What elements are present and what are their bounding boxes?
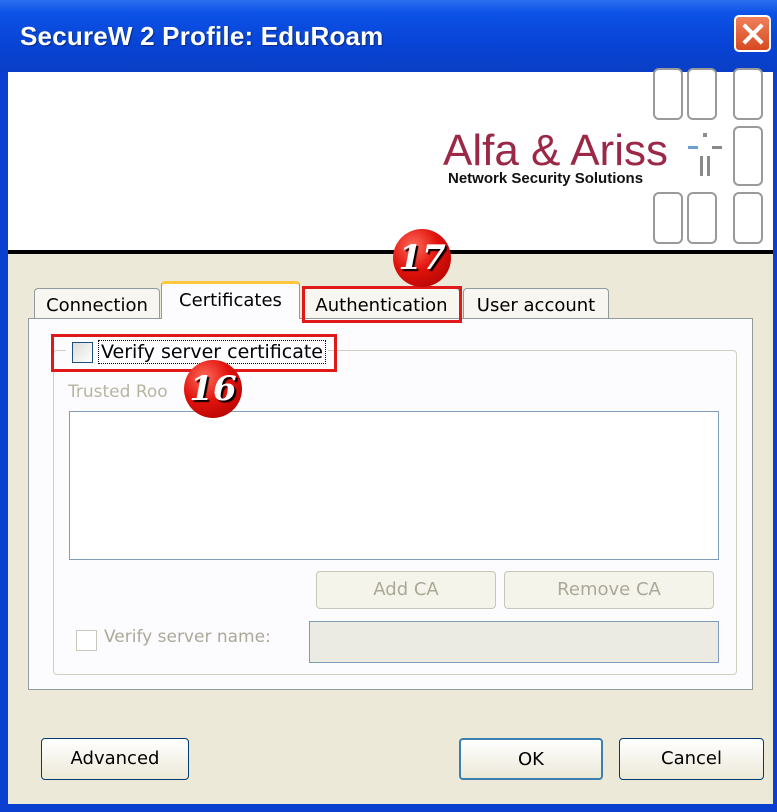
logo-frame-box bbox=[733, 192, 763, 244]
cancel-label: Cancel bbox=[661, 748, 722, 769]
logo-frame-box bbox=[687, 68, 717, 120]
add-ca-label: Add CA bbox=[373, 579, 439, 600]
company-logo-text: Alfa & Ariss bbox=[443, 126, 668, 175]
dialog-window: SecureW 2 Profile: EduRoam Alfa & Ariss … bbox=[0, 0, 777, 812]
trusted-root-ca-list[interactable] bbox=[69, 411, 719, 560]
logo-frame-box bbox=[653, 68, 683, 120]
server-name-field[interactable] bbox=[309, 621, 719, 663]
verify-server-name-checkbox[interactable] bbox=[76, 630, 97, 651]
logo-frame-box bbox=[733, 126, 763, 186]
tab-connection[interactable]: Connection bbox=[34, 288, 160, 319]
title-bar[interactable]: SecureW 2 Profile: EduRoam bbox=[0, 0, 777, 72]
advanced-label: Advanced bbox=[70, 748, 160, 769]
logo-frame-box bbox=[733, 68, 763, 120]
tab-label: Connection bbox=[46, 295, 148, 316]
ok-label: OK bbox=[518, 749, 544, 770]
tab-label: User account bbox=[476, 295, 596, 316]
annotation-badge-17: 17 bbox=[393, 229, 451, 287]
logo-frame-box bbox=[653, 192, 683, 244]
tab-user-account[interactable]: User account bbox=[463, 288, 609, 319]
tab-certificates[interactable]: Certificates bbox=[161, 281, 300, 319]
add-ca-button[interactable]: Add CA bbox=[316, 571, 496, 609]
remove-ca-label: Remove CA bbox=[557, 579, 661, 600]
ok-button[interactable]: OK bbox=[459, 738, 603, 780]
tab-label: Certificates bbox=[179, 290, 282, 311]
company-tagline: Network Security Solutions bbox=[448, 170, 644, 187]
advanced-button[interactable]: Advanced bbox=[41, 738, 189, 780]
cancel-button[interactable]: Cancel bbox=[619, 738, 764, 780]
verify-server-name-label: Verify server name: bbox=[104, 627, 271, 647]
annotation-badge-16: 16 bbox=[184, 360, 242, 418]
logo-frame-box bbox=[687, 192, 717, 244]
window-title: SecureW 2 Profile: EduRoam bbox=[20, 21, 384, 51]
close-icon[interactable] bbox=[734, 15, 771, 52]
annotation-highlight-authentication-tab bbox=[302, 286, 462, 323]
remove-ca-button[interactable]: Remove CA bbox=[504, 571, 714, 609]
trusted-root-label: Trusted Roo bbox=[68, 382, 168, 402]
